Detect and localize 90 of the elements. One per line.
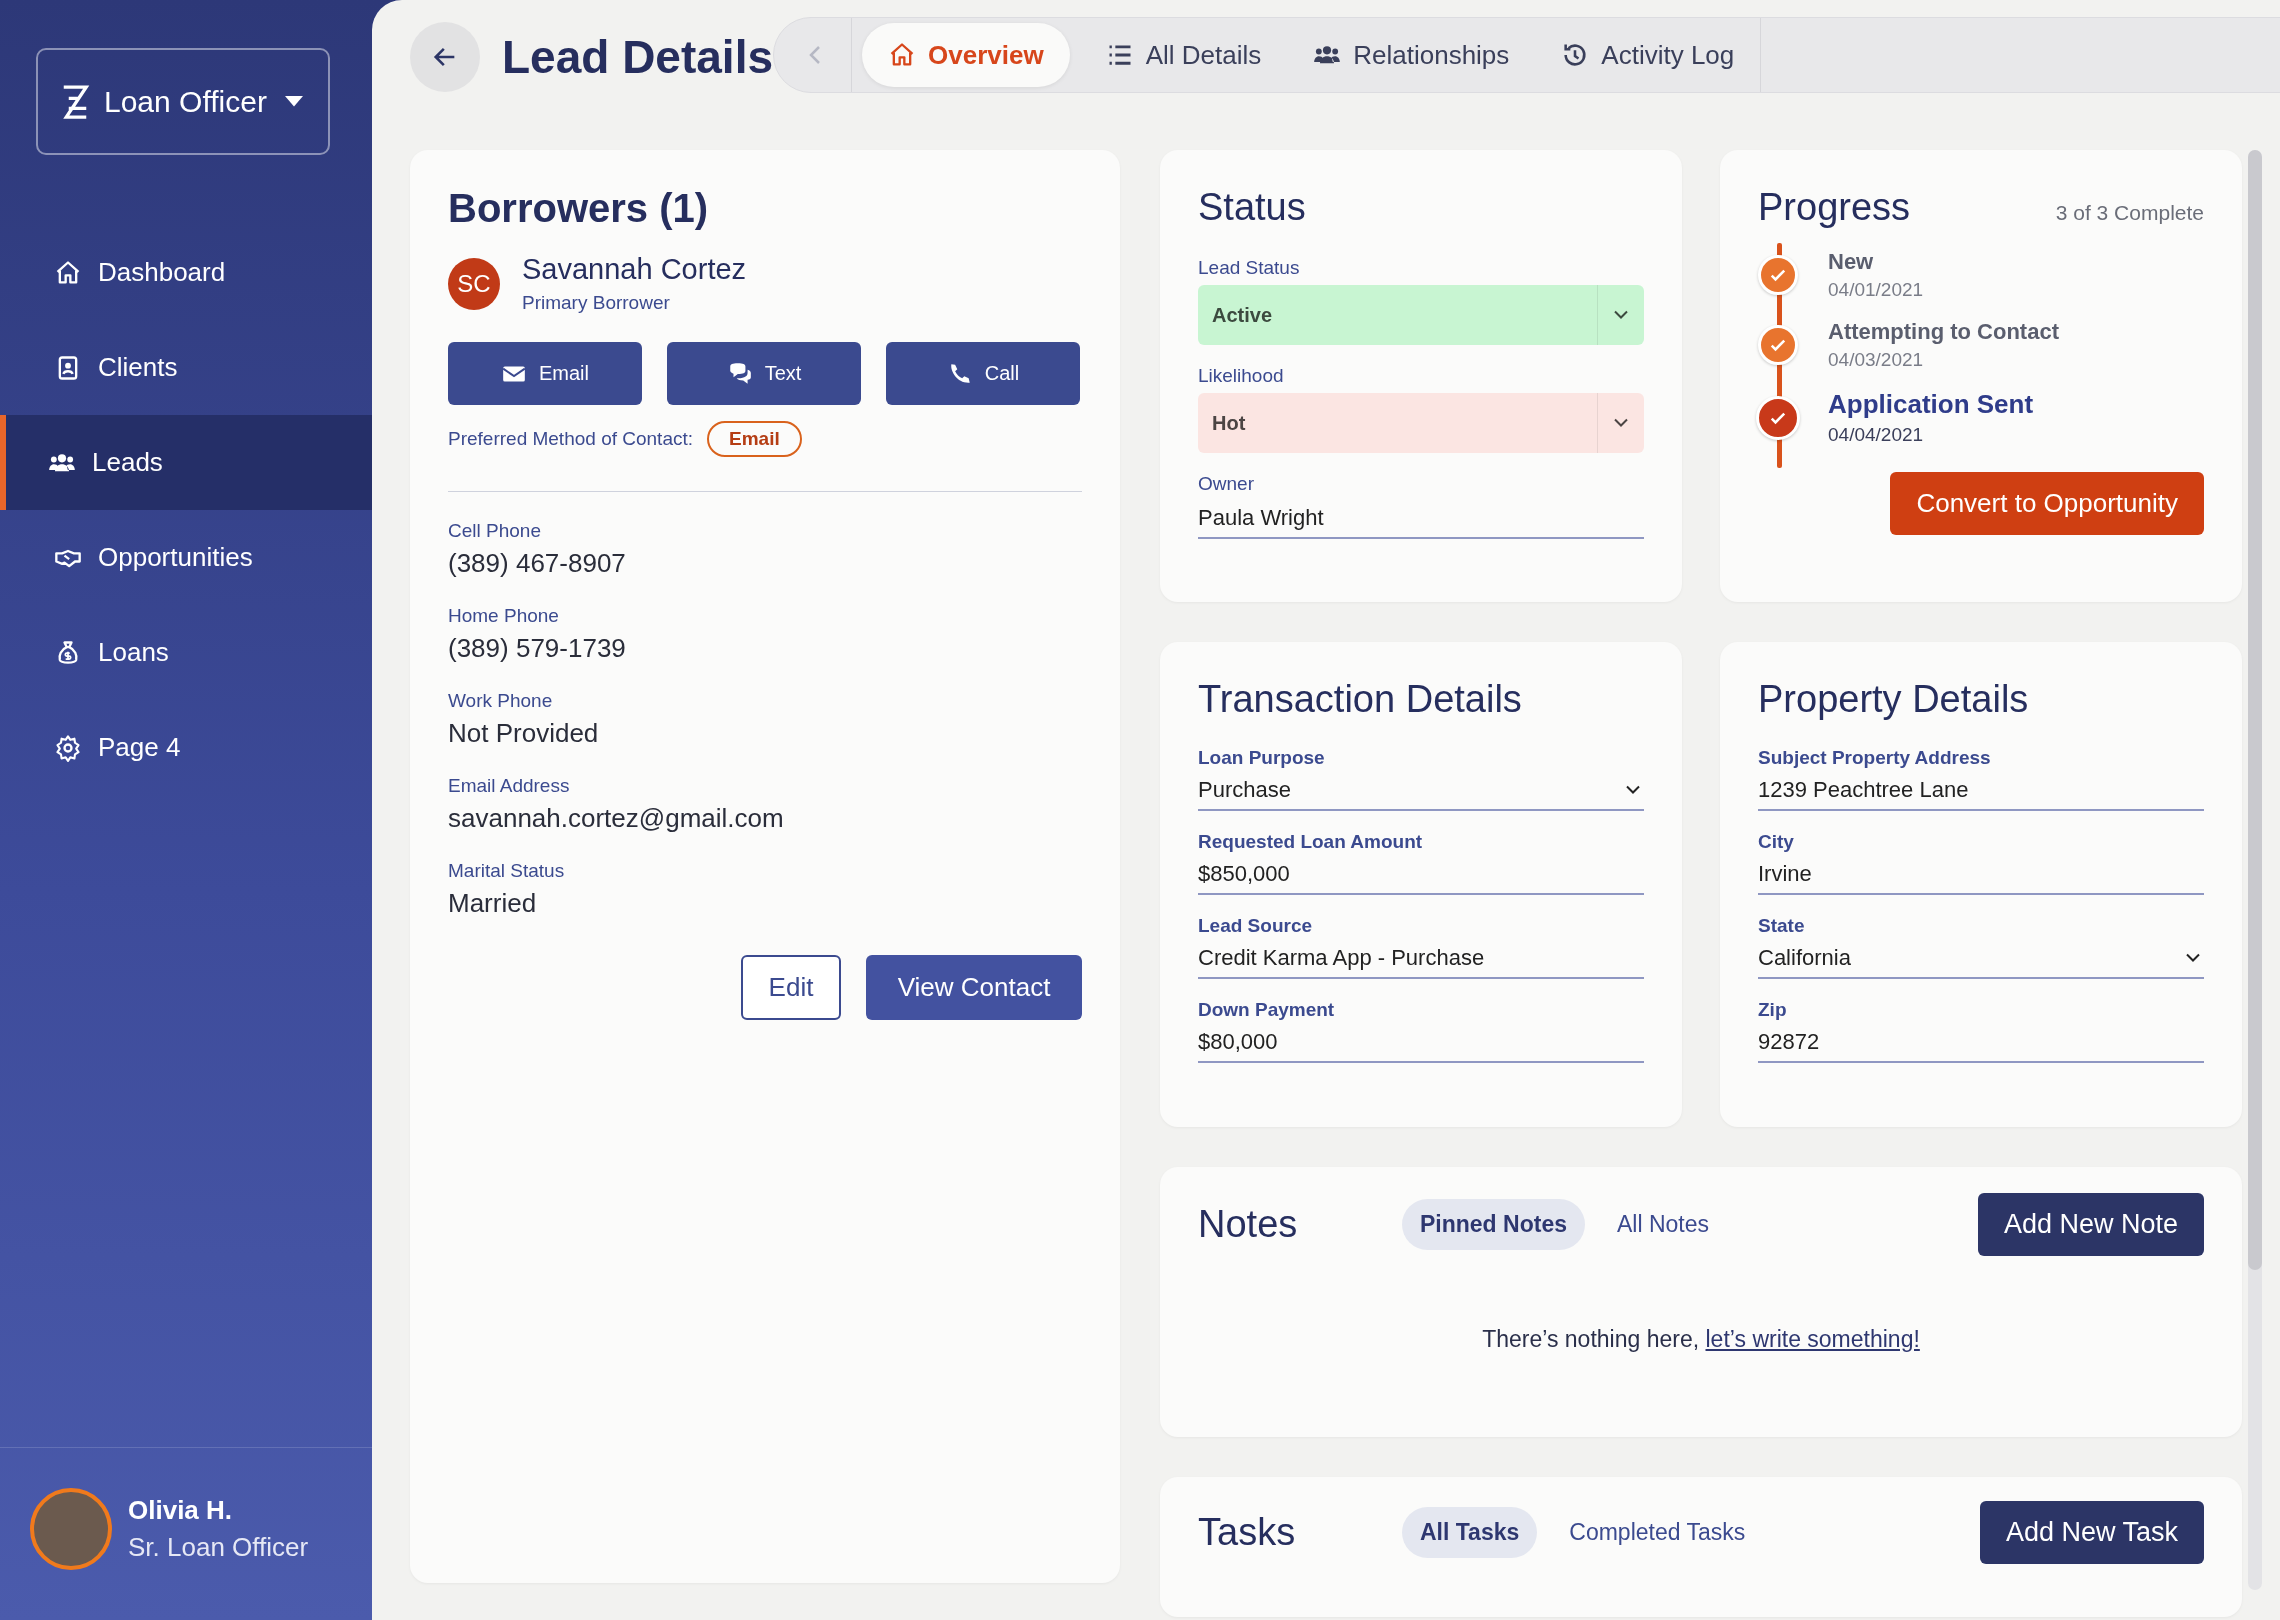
card-title: Status [1198, 186, 1307, 229]
input-field[interactable]: Irvine [1758, 857, 2204, 895]
input-field[interactable]: 1239 Peachtree Lane [1758, 773, 2204, 811]
dropdown[interactable]: Purchase [1198, 773, 1644, 811]
field-value: (389) 467-8907 [448, 548, 627, 579]
chevron-left-icon [808, 45, 821, 65]
dropdown[interactable]: Hot [1198, 393, 1644, 453]
caret-icon [284, 95, 303, 108]
empty-message: There’s nothing here, let’s write something! [1481, 1326, 1921, 1353]
chevron-down-icon [2186, 953, 2200, 963]
add-task-button[interactable]: Add New Task [1979, 1501, 2204, 1564]
dropdown[interactable]: Active [1198, 285, 1644, 345]
field-label: Home Phone [448, 605, 560, 627]
field-label: Subject Property Address [1758, 747, 1992, 769]
field-label: Marital Status [448, 860, 566, 882]
tab[interactable]: Activity Log [1535, 23, 1761, 87]
input-field[interactable]: Credit Karma App - Purchase [1198, 941, 1644, 979]
progress-summary: 3 of 3 Complete [2055, 201, 2204, 225]
step-label: New [1828, 249, 1875, 275]
field-label: Email Address [448, 775, 571, 797]
chevron-down-icon [1614, 418, 1628, 428]
nav-item[interactable]: Dashboard [0, 225, 372, 320]
field-value: Not Provided [448, 718, 600, 749]
tab[interactable]: Overview [862, 23, 1070, 87]
nav-item[interactable]: Leads [0, 415, 372, 510]
tab[interactable]: Relationships [1287, 23, 1536, 87]
field-value: (389) 579-1739 [448, 633, 627, 664]
card-title: Progress [1758, 186, 1911, 229]
card-title: Tasks [1198, 1511, 1297, 1554]
nav-item[interactable]: Clients [0, 320, 372, 415]
input-field[interactable]: Paula Wright [1198, 501, 1644, 539]
field-label: State [1758, 915, 1806, 937]
page-title: Lead Details [502, 30, 773, 84]
field-label: Owner [1198, 473, 1255, 495]
field-label: Zip [1758, 999, 1788, 1021]
field-label: City [1758, 831, 1795, 853]
gear-icon [54, 733, 82, 762]
borrower-role: Primary Borrower [522, 292, 671, 314]
card-title: Borrowers (1) [448, 186, 710, 231]
input-field[interactable]: $80,000 [1198, 1025, 1644, 1063]
phone-action-button[interactable]: Call [886, 342, 1080, 405]
chevron-down-icon [1626, 785, 1640, 795]
step-date: 04/01/2021 [1828, 279, 1924, 301]
scrollbar[interactable] [2248, 150, 2262, 1590]
user-role: Sr. Loan Officer [128, 1532, 309, 1563]
card-title: Property Details [1758, 678, 2030, 721]
chat-action-button[interactable]: Text [667, 342, 861, 405]
field-label: Down Payment [1198, 999, 1336, 1021]
step-label: Attempting to Contact [1828, 319, 2059, 345]
step-label: Application Sent [1828, 389, 2034, 420]
home-icon [888, 41, 916, 69]
field-label: Lead Source [1198, 915, 1314, 937]
chevron-down-icon [1614, 310, 1628, 320]
mail-action-button[interactable]: Email [448, 342, 642, 405]
view-contact-button[interactable]: View Contact [866, 955, 1082, 1020]
write-link[interactable]: let’s write something! [1705, 1326, 1920, 1352]
role-switcher[interactable]: Loan Officer [36, 48, 330, 155]
nav-item[interactable]: Opportunities [0, 510, 372, 605]
home-icon [54, 258, 82, 287]
nav-item[interactable]: Loans [0, 605, 372, 700]
card-title: Transaction Details [1198, 678, 1523, 721]
field-value: Married [448, 888, 538, 919]
field-label: Lead Status [1198, 257, 1301, 279]
input-field[interactable]: $850,000 [1198, 857, 1644, 895]
field-label: Cell Phone [448, 520, 542, 542]
filter-tab[interactable]: Pinned Notes [1402, 1199, 1585, 1250]
preferred-contact-label: Preferred Method of Contact: [448, 428, 693, 450]
filter-tab[interactable]: All Tasks [1402, 1507, 1538, 1558]
filter-tab[interactable]: All Notes [1598, 1199, 1727, 1250]
step-date: 04/03/2021 [1828, 349, 1925, 371]
logo-icon [60, 82, 90, 121]
nav-item[interactable]: Page 4 [0, 700, 372, 795]
field-value: savannah.cortez@gmail.com [448, 803, 785, 834]
edit-button[interactable]: Edit [741, 955, 841, 1020]
add-note-button[interactable]: Add New Note [1977, 1193, 2204, 1256]
field-label: Work Phone [448, 690, 554, 712]
input-field[interactable]: 92872 [1758, 1025, 2204, 1063]
field-label: Requested Loan Amount [1198, 831, 1424, 853]
dropdown[interactable]: California [1758, 941, 2204, 979]
field-label: Loan Purpose [1198, 747, 1326, 769]
step-date: 04/04/2021 [1828, 424, 1925, 446]
convert-button[interactable]: Convert to Opportunity [1890, 472, 2204, 535]
filter-tab[interactable]: Completed Tasks [1551, 1507, 1764, 1558]
tab[interactable]: All Details [1079, 23, 1288, 87]
preferred-contact-tag: Email [707, 421, 802, 457]
initials-avatar: SC [448, 257, 500, 310]
borrower-name: Savannah Cortez [522, 253, 747, 286]
user-name: Olivia H. [128, 1495, 234, 1526]
card-title: Notes [1198, 1203, 1299, 1246]
field-label: Likelihood [1198, 365, 1285, 387]
